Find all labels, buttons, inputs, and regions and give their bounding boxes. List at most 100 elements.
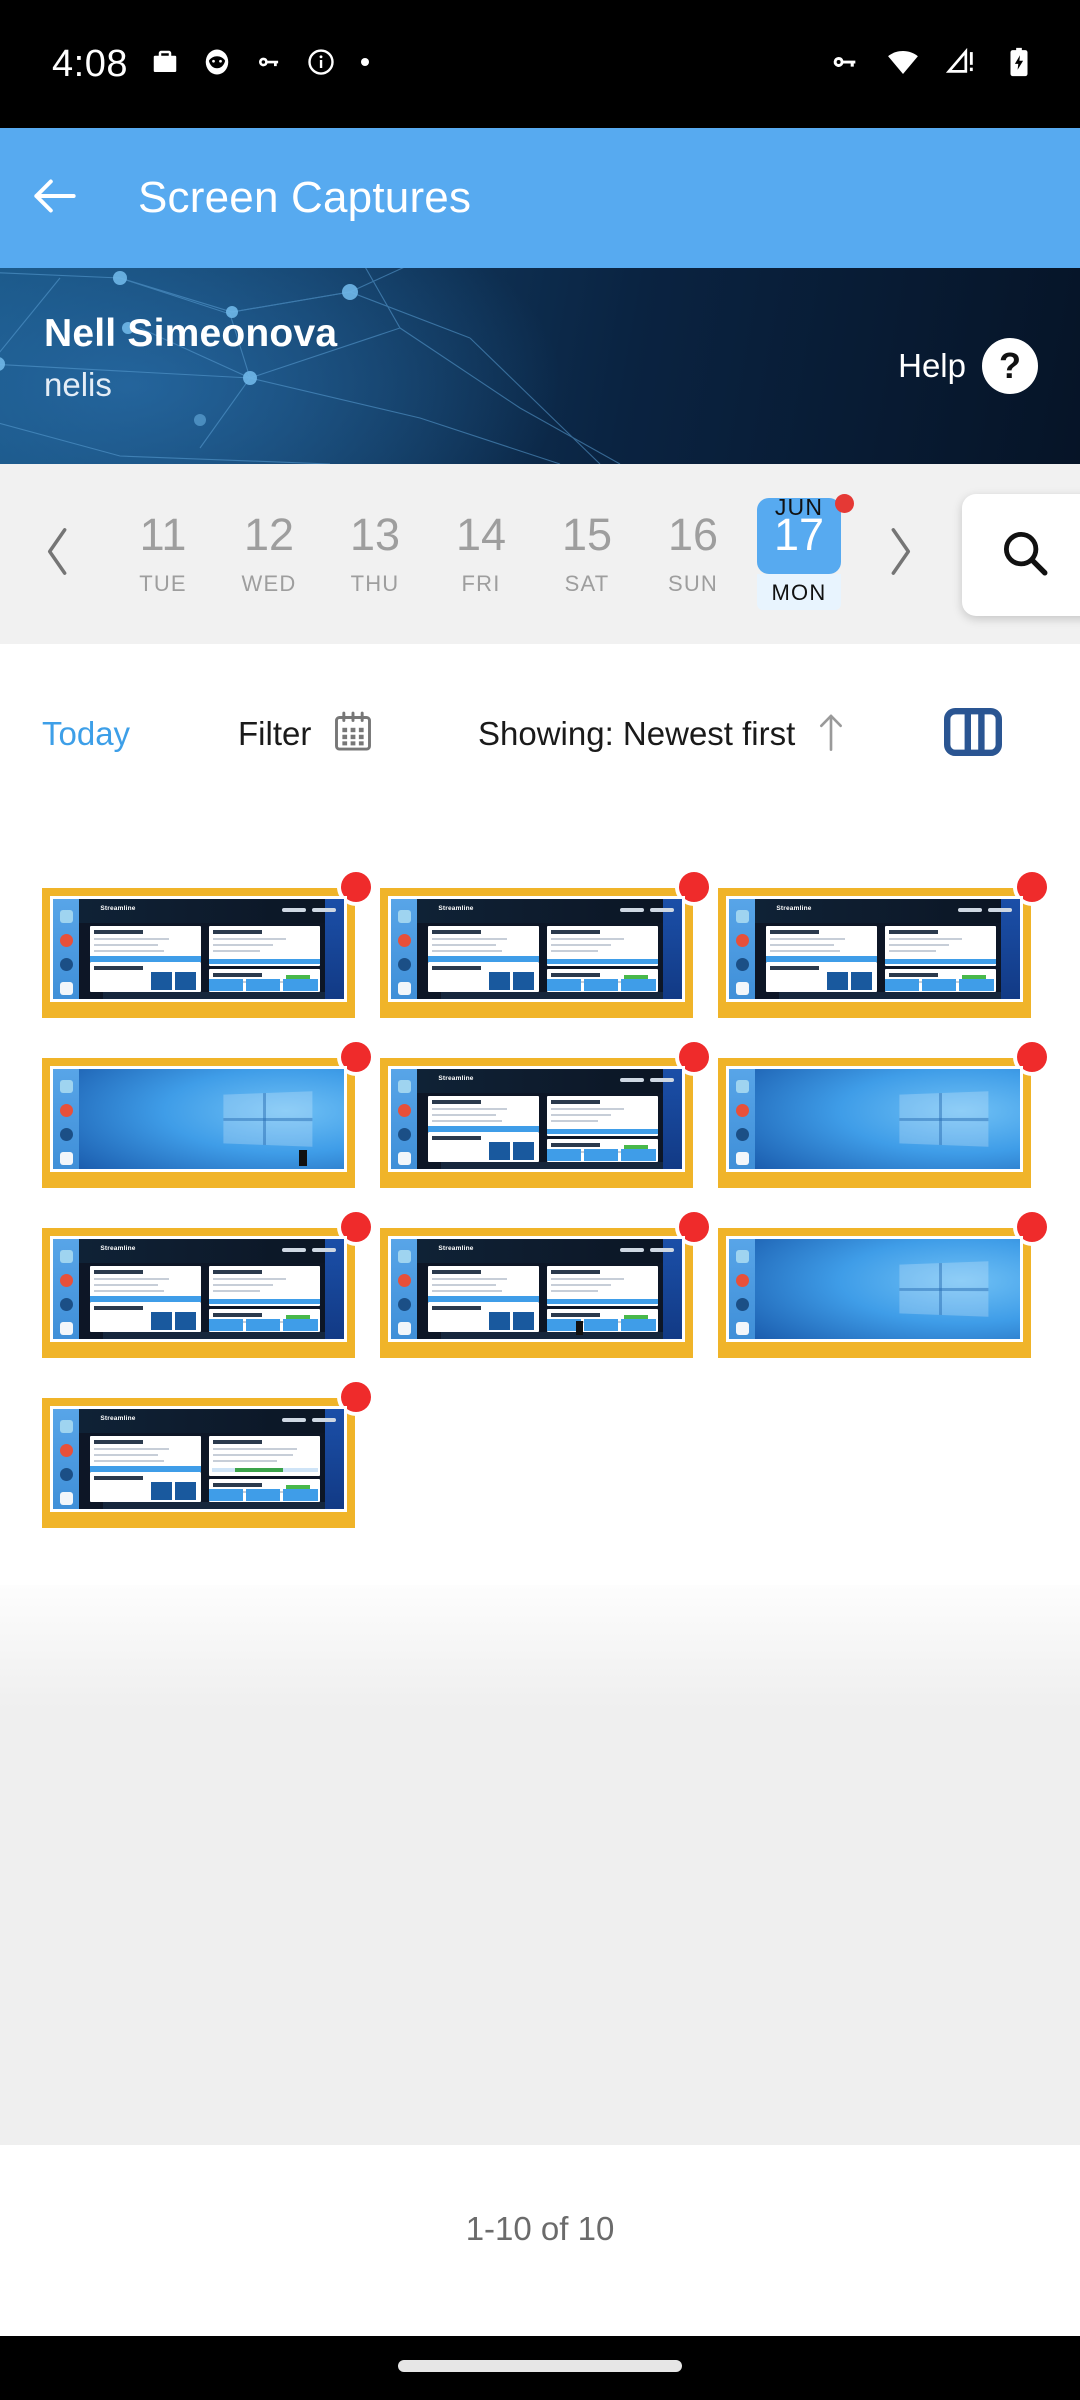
thumbnail-image: Streamline: [50, 896, 347, 1002]
screenshot-grid: Streamline Streamline Streamline Streaml…: [0, 872, 1080, 1552]
screenshot-thumbnail[interactable]: Streamline: [42, 1382, 371, 1528]
column-view-icon[interactable]: [944, 707, 1002, 762]
date-number: 14: [455, 509, 507, 561]
screenshot-thumbnail[interactable]: Streamline: [380, 1042, 709, 1188]
battery-charging-icon: [1002, 45, 1036, 84]
arrow-up-icon: [813, 710, 849, 759]
screenshot-art-desktop: [729, 1069, 1020, 1169]
screenshot-art-desktop: [53, 1069, 344, 1169]
date-next-button[interactable]: [880, 521, 920, 588]
status-bar: 4:08: [0, 0, 1080, 128]
date-cell-17-selected[interactable]: JUN 17 MON: [746, 494, 854, 610]
thumbnail-image: [50, 1066, 347, 1172]
today-button[interactable]: Today: [42, 715, 130, 753]
grid-cell: [718, 1212, 1056, 1382]
date-cell-13[interactable]: 13 THU: [322, 511, 428, 596]
date-weekday: SUN: [667, 570, 719, 596]
date-weekday: THU: [350, 570, 400, 596]
status-bar-clock: 4:08: [52, 42, 128, 85]
date-cell-16[interactable]: 16 SUN: [640, 511, 746, 596]
status-bar-right: [828, 45, 1080, 84]
date-weekday: WED: [241, 570, 297, 596]
filter-label: Filter: [238, 715, 312, 752]
date-number: 11: [139, 509, 187, 561]
home-indicator[interactable]: [398, 2360, 682, 2372]
filter-toolbar: Today Filter Showing: Newest first: [0, 644, 1080, 824]
pagination-label: 1-10 of 10: [465, 2210, 615, 2247]
profile-banner: Nell Simeonova nelis Help ?: [0, 268, 1080, 464]
date-cell-12[interactable]: 12 WED: [216, 511, 322, 596]
calendar-icon: [331, 709, 375, 760]
screenshot-art-app: Streamline: [391, 899, 682, 999]
date-number: 15: [561, 509, 613, 561]
sort-order-label: Showing: Newest first: [478, 715, 796, 752]
screenshot-art-app: Streamline: [53, 1409, 344, 1509]
thumbnail-image: Streamline: [726, 896, 1023, 1002]
screenshot-thumbnail[interactable]: Streamline: [42, 1212, 371, 1358]
sort-order-button[interactable]: Showing: Newest first: [478, 710, 849, 759]
screenshot-thumbnail[interactable]: Streamline: [380, 1212, 709, 1358]
thumbnail-image: [726, 1066, 1023, 1172]
wifi-icon: [886, 45, 920, 84]
profile-info: Nell Simeonova nelis: [44, 312, 337, 404]
screenshot-thumbnail[interactable]: Streamline: [380, 872, 709, 1018]
profile-username: nelis: [44, 366, 112, 403]
screenshot-art-app: Streamline: [391, 1069, 682, 1169]
date-number: 12: [243, 509, 295, 561]
grid-cell: Streamline: [380, 1212, 718, 1382]
thumbnail-image: Streamline: [388, 1066, 685, 1172]
cellular-no-signal-icon: [944, 45, 978, 84]
screenshot-art-app: Streamline: [391, 1239, 682, 1339]
empty-area: [0, 1585, 1080, 2145]
date-weekday: FRI: [461, 570, 501, 596]
grid-cell: Streamline: [380, 872, 718, 1042]
screenshot-thumbnail[interactable]: [718, 1212, 1047, 1358]
date-weekday: TUE: [139, 570, 187, 596]
vpn-key-icon: [828, 45, 862, 84]
system-nav-bar: [0, 2336, 1080, 2400]
search-icon: [996, 524, 1054, 587]
date-weekday: MON: [757, 573, 841, 610]
screenshot-thumbnail[interactable]: Streamline: [718, 872, 1047, 1018]
key-icon: [254, 47, 284, 82]
filter-button[interactable]: Filter: [238, 709, 375, 760]
date-cell-11[interactable]: 11 TUE: [110, 511, 216, 596]
info-icon: [306, 47, 336, 82]
thumbnail-image: Streamline: [388, 896, 685, 1002]
screenshot-thumbnail[interactable]: [718, 1042, 1047, 1188]
status-bar-left: 4:08: [0, 43, 372, 86]
screenshot-art-app: Streamline: [53, 1239, 344, 1339]
screenshot-thumbnail[interactable]: [42, 1042, 371, 1188]
date-prev-button[interactable]: [38, 521, 78, 588]
briefcase-icon: [150, 47, 180, 82]
date-list: 11 TUE 12 WED 13 THU 14 FRI 15 SAT 16 SU…: [110, 464, 870, 644]
screenshot-art-desktop: [729, 1239, 1020, 1339]
screenshot-thumbnail[interactable]: Streamline: [42, 872, 371, 1018]
help-button[interactable]: Help ?: [898, 338, 1038, 394]
screenshot-art-app: Streamline: [729, 899, 1020, 999]
profile-name: Nell Simeonova: [44, 312, 338, 355]
grid-cell: Streamline: [42, 872, 380, 1042]
search-button[interactable]: [962, 494, 1080, 616]
date-cell-15[interactable]: 15 SAT: [534, 511, 640, 596]
date-cell-14[interactable]: 14 FRI: [428, 511, 534, 596]
thumbnail-image: Streamline: [388, 1236, 685, 1342]
app-screen: 4:08 Screen Captures Nell Simeonova neli…: [0, 0, 1080, 2400]
date-number: 16: [667, 509, 719, 561]
thumbnail-image: Streamline: [50, 1406, 347, 1512]
grid-cell: [42, 1042, 380, 1212]
question-mark-icon: ?: [982, 338, 1038, 394]
date-weekday: SAT: [564, 570, 610, 596]
thumbnail-image: Streamline: [50, 1236, 347, 1342]
arrow-back-icon: [27, 168, 83, 229]
app-bar: Screen Captures: [0, 128, 1080, 268]
screenshot-art-app: Streamline: [53, 899, 344, 999]
date-number: 13: [349, 509, 401, 561]
grid-cell: Streamline: [42, 1382, 380, 1552]
grid-cell: Streamline: [718, 872, 1056, 1042]
face-icon: [202, 47, 232, 82]
back-button[interactable]: [0, 168, 110, 229]
grid-cell: [718, 1042, 1056, 1212]
date-strip: 11 TUE 12 WED 13 THU 14 FRI 15 SAT 16 SU…: [0, 464, 1080, 644]
grid-cell: Streamline: [380, 1042, 718, 1212]
